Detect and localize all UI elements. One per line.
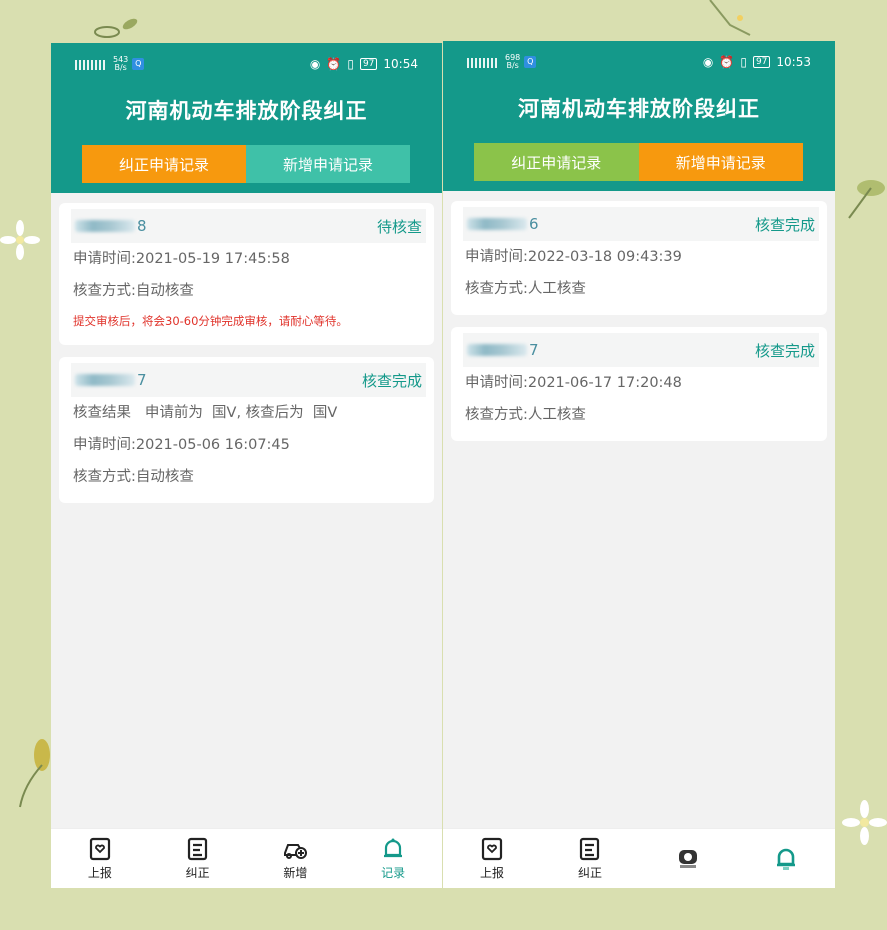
nav-report-label: 上报 [479, 866, 504, 880]
bottom-nav: 上报 纠正 新增 记录 [51, 828, 442, 888]
phone-screenshot-right: 698 B/s Q ◉ ⏰ ▯ 97 10:53 河南机动车排放阶段纠正 纠正申… [443, 41, 835, 888]
leaf-decoration-icon [94, 18, 138, 38]
apply-time: 申请时间:2021-05-06 16:07:45 [73, 437, 290, 453]
status-badge: 核查完成 [754, 215, 815, 234]
alarm-icon: ⏰ [719, 55, 735, 69]
clock: 10:54 [383, 57, 418, 71]
nav-report-label: 上报 [87, 866, 112, 880]
tab-bar: 纠正申请记录 新增申请记录 [474, 143, 803, 181]
nav-add-label: 新增 [283, 866, 308, 880]
blurred-plate [467, 344, 527, 356]
record-list: 8 待核查 申请时间:2021-05-19 17:45:58 核查方式:自动核查… [51, 193, 442, 503]
nav-correct[interactable]: 纠正 [541, 829, 639, 888]
apply-time: 申请时间:2022-03-18 09:43:39 [465, 249, 682, 265]
check-method: 核查方式:人工核查 [465, 407, 586, 423]
tab-new-records[interactable]: 新增申请记录 [638, 143, 803, 181]
plate-number: 8 [75, 217, 147, 235]
vehicle-add-icon [679, 849, 697, 868]
plate-number: 7 [467, 341, 539, 359]
flower-decoration-icon [842, 800, 887, 845]
status-bar: 698 B/s Q ◉ ⏰ ▯ 97 10:53 [443, 41, 835, 83]
nav-correct[interactable]: 纠正 [149, 829, 247, 888]
blurred-plate [75, 220, 135, 232]
status-badge: 核查完成 [361, 371, 422, 390]
report-icon [89, 837, 110, 861]
network-speed: 698 B/s [505, 53, 521, 70]
bell-icon [384, 838, 403, 858]
record-card[interactable]: 6 核查完成 申请时间:2022-03-18 09:43:39 核查方式:人工核… [451, 201, 827, 315]
nav-add[interactable] [639, 829, 737, 888]
blurred-plate [467, 218, 527, 230]
page-title: 河南机动车排放阶段纠正 [125, 99, 368, 123]
tab-bar: 纠正申请记录 新增申请记录 [82, 145, 410, 183]
apply-time: 申请时间:2021-06-17 17:20:48 [465, 375, 682, 391]
check-result: 核查结果 申请前为 国V, 核查后为 国V [73, 405, 338, 421]
branch-decoration-icon [709, 0, 751, 36]
app-header: 河南机动车排放阶段纠正 纠正申请记录 新增申请记录 [51, 85, 442, 193]
vibrate-icon: ▯ [740, 55, 747, 69]
record-card[interactable]: 7 核查完成 申请时间:2021-06-17 17:20:48 核查方式:人工核… [451, 327, 827, 441]
flower-decoration-icon [0, 220, 40, 260]
signal-icon [75, 58, 109, 70]
check-method: 核查方式:自动核查 [73, 283, 194, 299]
blurred-plate [75, 374, 135, 386]
clock: 10:53 [776, 55, 811, 69]
nav-correct-label: 纠正 [577, 866, 602, 880]
vehicle-add-icon [284, 844, 308, 859]
app-notification-icon: Q [132, 58, 145, 70]
record-card[interactable]: 8 待核查 申请时间:2021-05-19 17:45:58 核查方式:自动核查… [59, 203, 434, 345]
edit-list-icon [579, 837, 600, 861]
plate-number: 6 [467, 215, 539, 233]
plate-number: 7 [75, 371, 147, 389]
nav-records[interactable]: 记录 [344, 829, 442, 888]
nav-correct-label: 纠正 [185, 866, 210, 880]
eye-icon: ◉ [309, 57, 321, 71]
leaf-decoration-icon [848, 180, 885, 219]
nav-report[interactable]: 上报 [51, 829, 149, 888]
alarm-icon: ⏰ [326, 57, 342, 71]
battery-indicator: 97 [752, 56, 771, 68]
bell-icon [777, 848, 795, 870]
app-header: 河南机动车排放阶段纠正 纠正申请记录 新增申请记录 [443, 83, 835, 191]
status-bar: 543 B/s Q ◉ ⏰ ▯ 97 10:54 [51, 43, 442, 85]
battery-indicator: 97 [359, 58, 378, 70]
warning-text: 提交审核后，将会30-60分钟完成审核，请耐心等待。 [73, 314, 348, 328]
nav-report[interactable]: 上报 [443, 829, 541, 888]
apply-time: 申请时间:2021-05-19 17:45:58 [73, 251, 290, 267]
vibrate-icon: ▯ [347, 57, 354, 71]
check-method: 核查方式:自动核查 [73, 469, 194, 485]
status-badge: 核查完成 [754, 341, 815, 360]
report-icon [481, 837, 503, 861]
page-title: 河南机动车排放阶段纠正 [518, 97, 760, 121]
nav-add[interactable]: 新增 [247, 829, 345, 888]
record-list: 6 核查完成 申请时间:2022-03-18 09:43:39 核查方式:人工核… [443, 191, 835, 441]
eye-icon: ◉ [702, 55, 714, 69]
nav-records-label: 记录 [381, 866, 406, 880]
check-method: 核查方式:人工核查 [465, 281, 586, 297]
network-speed: 543 B/s [113, 55, 129, 72]
tab-correction-records[interactable]: 纠正申请记录 [82, 145, 246, 183]
record-card[interactable]: 7 核查完成 核查结果 申请前为 国V, 核查后为 国V 申请时间:2021-0… [59, 357, 434, 503]
tab-correction-records[interactable]: 纠正申请记录 [474, 143, 639, 181]
bottom-nav: 上报 纠正 [443, 828, 835, 888]
leaf-decoration-icon [19, 739, 50, 808]
phone-screenshot-left: 543 B/s Q ◉ ⏰ ▯ 97 10:54 河南机动车排放阶段纠正 纠正申… [51, 43, 442, 888]
status-badge: 待核查 [376, 217, 422, 236]
app-notification-icon: Q [524, 56, 537, 68]
nav-records[interactable] [737, 829, 835, 888]
tab-new-records[interactable]: 新增申请记录 [246, 145, 410, 183]
edit-list-icon [187, 837, 207, 861]
signal-icon [467, 56, 501, 68]
